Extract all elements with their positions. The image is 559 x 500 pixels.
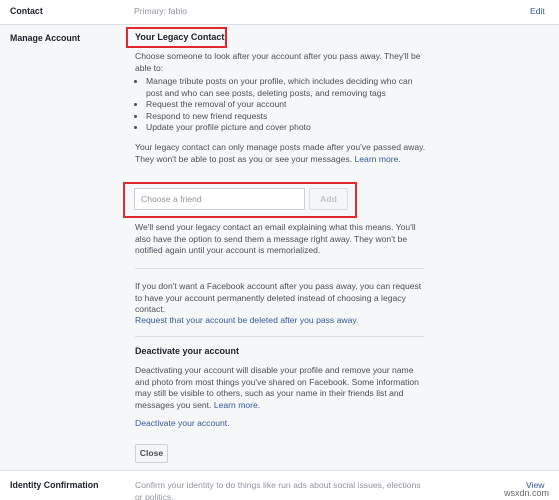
legacy-contact-title: Your Legacy Contact	[135, 32, 225, 42]
list-item: Update your profile picture and cover ph…	[146, 122, 425, 134]
list-item: Manage tribute posts on your profile, wh…	[146, 76, 425, 99]
deactivate-body: Deactivating your account will disable y…	[135, 365, 419, 410]
legacy-permissions-list: Manage tribute posts on your profile, wh…	[135, 76, 425, 134]
contact-edit-link[interactable]: Edit	[530, 6, 545, 16]
divider	[135, 336, 424, 337]
add-button[interactable]: Add	[309, 188, 348, 210]
identity-confirmation-label: Identity Confirmation	[10, 480, 99, 490]
watermark: wsxdn.com	[503, 488, 549, 498]
identity-confirmation-text: Confirm your identity to do things like …	[135, 480, 421, 500]
divider	[0, 470, 559, 471]
legacy-intro-text: Choose someone to look after your accoun…	[135, 51, 421, 73]
choose-friend-input[interactable]: Choose a friend	[134, 188, 305, 210]
contact-label: Contact	[10, 6, 43, 16]
contact-value: Primary: fabio	[134, 6, 188, 16]
close-button[interactable]: Close	[135, 444, 168, 463]
legacy-notify-text: We'll send your legacy contact an email …	[135, 222, 416, 255]
list-item: Respond to new friend requests	[146, 111, 425, 123]
manage-account-label: Manage Account	[10, 33, 81, 43]
deactivate-learn-more-link[interactable]: Learn more.	[214, 400, 260, 410]
deactivate-title: Deactivate your account	[135, 346, 240, 356]
delete-info-text: If you don't want a Facebook account aft…	[135, 281, 422, 314]
deactivate-account-link[interactable]: Deactivate your account.	[135, 418, 230, 428]
request-deletion-link[interactable]: Request that your account be deleted aft…	[135, 315, 358, 327]
divider	[135, 268, 424, 269]
legacy-limit-text: Your legacy contact can only manage post…	[135, 142, 427, 165]
learn-more-link[interactable]: Learn more.	[354, 154, 400, 164]
list-item: Request the removal of your account	[146, 99, 425, 111]
deactivate-text: Deactivating your account will disable y…	[135, 365, 427, 411]
